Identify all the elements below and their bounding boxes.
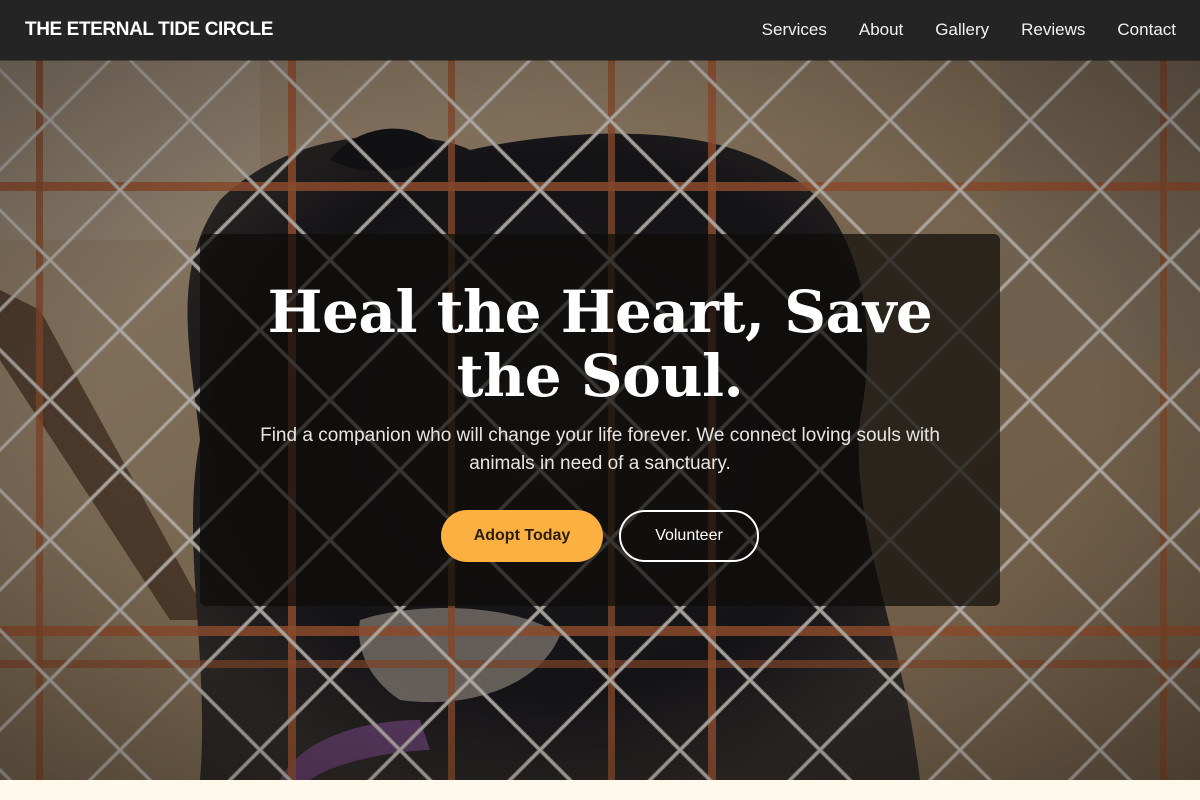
- nav-link-contact[interactable]: Contact: [1117, 20, 1176, 40]
- nav-link-gallery[interactable]: Gallery: [935, 20, 989, 40]
- adopt-today-button[interactable]: Adopt Today: [441, 510, 603, 562]
- nav-link-services[interactable]: Services: [762, 20, 827, 40]
- volunteer-button[interactable]: Volunteer: [619, 510, 759, 562]
- hero-actions: Adopt Today Volunteer: [441, 510, 759, 562]
- site-header: THE ETERNAL TIDE CIRCLE Services About G…: [0, 0, 1200, 60]
- main-nav: Services About Gallery Reviews Contact: [730, 20, 1176, 40]
- hero-title: Heal the Heart, Save the Soul.: [267, 278, 933, 410]
- brand-logo[interactable]: THE ETERNAL TIDE CIRCLE: [25, 19, 273, 41]
- nav-link-reviews[interactable]: Reviews: [1021, 20, 1085, 40]
- nav-link-about[interactable]: About: [859, 20, 903, 40]
- hero-section: Heal the Heart, Save the Soul. Find a co…: [0, 60, 1200, 780]
- hero-content-panel: Heal the Heart, Save the Soul. Find a co…: [200, 234, 1000, 606]
- hero-subtitle: Find a companion who will change your li…: [260, 425, 940, 474]
- next-section-edge: [0, 780, 1200, 800]
